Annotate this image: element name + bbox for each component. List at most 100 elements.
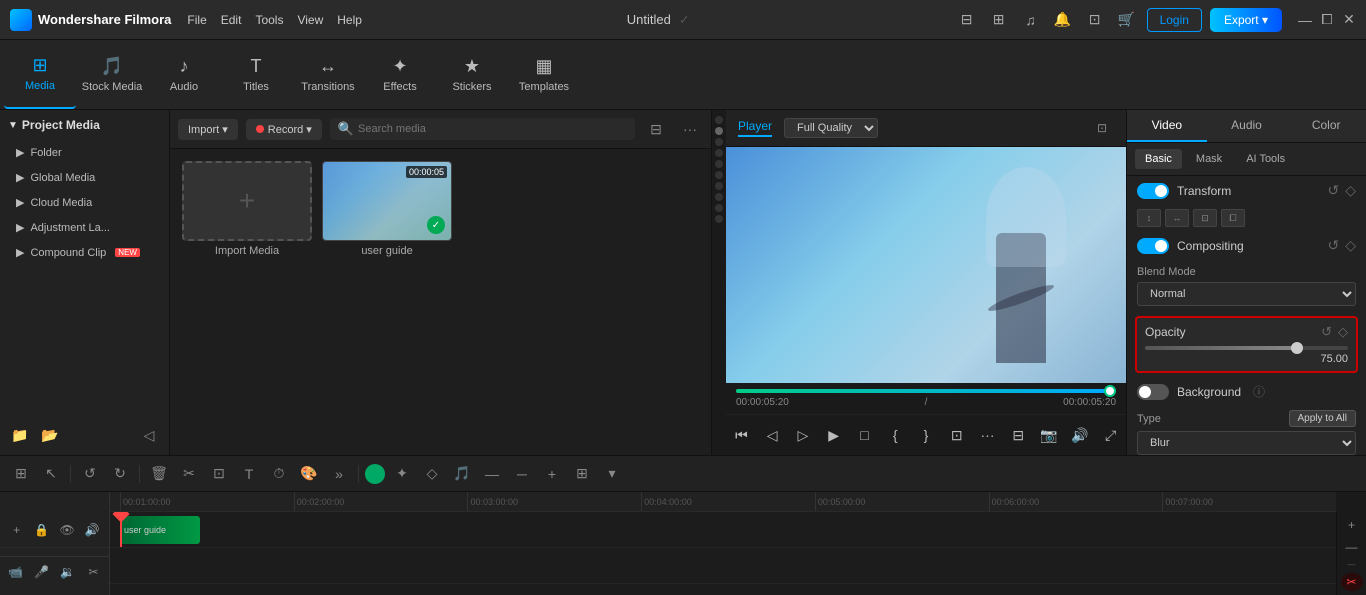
add-video-track[interactable]: 📹 (5, 561, 27, 583)
panel-item-folder[interactable]: ▶ Folder (0, 140, 169, 165)
transform-icon-4[interactable]: ⧠ (1221, 209, 1245, 227)
player-tab[interactable]: Player (738, 119, 772, 137)
timeline-speed[interactable]: ⏱ (266, 461, 292, 487)
panel-item-adjustment[interactable]: ▶ Adjustment La... (0, 215, 169, 240)
user-guide-media-item[interactable]: 00:00:05 ✓ user guide (322, 161, 452, 257)
scroll-dot-4[interactable] (715, 149, 723, 157)
transform-toggle[interactable] (1137, 183, 1169, 199)
timeline-ai[interactable]: ✦ (389, 461, 415, 487)
timeline-delete[interactable]: 🗑 (146, 461, 172, 487)
compositing-toggle[interactable] (1137, 238, 1169, 254)
icon-monitor[interactable]: ⊟ (955, 8, 979, 32)
timeline-audio[interactable]: 🎵 (449, 461, 475, 487)
timeline-chevron[interactable]: ▾ (599, 461, 625, 487)
icon-bell[interactable]: 🔔 (1051, 8, 1075, 32)
timeline-more[interactable]: » (326, 461, 352, 487)
transform-icon-3[interactable]: ⊡ (1193, 209, 1217, 227)
track-add-icon[interactable]: + (6, 519, 27, 541)
panel-item-global-media[interactable]: ▶ Global Media (0, 165, 169, 190)
scroll-dot-10[interactable] (715, 215, 723, 223)
minimize-button[interactable]: — (1298, 13, 1312, 27)
track-clip-1[interactable]: user guide (120, 516, 200, 544)
video-thumb[interactable]: 00:00:05 ✓ (322, 161, 452, 241)
scroll-dot-7[interactable] (715, 182, 723, 190)
track-mute-icon[interactable]: 🔊 (82, 519, 103, 541)
icon-music[interactable]: ♫ (1019, 8, 1043, 32)
record-button[interactable]: Record ▾ (246, 119, 322, 140)
close-button[interactable]: ✕ (1342, 13, 1356, 27)
scroll-dot-9[interactable] (715, 204, 723, 212)
side-cut-button[interactable]: ✂ (1341, 573, 1363, 591)
opacity-diamond-icon[interactable]: ◇ (1338, 324, 1348, 340)
tab-video[interactable]: Video (1127, 110, 1207, 142)
add-media-button[interactable]: 📂 (38, 423, 62, 447)
menu-file[interactable]: File (187, 13, 206, 27)
toolbar-stickers[interactable]: ★ Stickers (436, 41, 508, 109)
maximize-button[interactable]: ⧠ (1320, 13, 1334, 27)
subtab-basic[interactable]: Basic (1135, 149, 1182, 169)
add-folder-button[interactable]: 📁 (8, 423, 32, 447)
side-minus-button[interactable]: — (1341, 538, 1363, 556)
toolbar-transitions[interactable]: ↔ Transitions (292, 41, 364, 109)
more-controls-button[interactable]: ··· (978, 421, 997, 449)
player-settings-icon[interactable]: ⊡ (1090, 116, 1114, 140)
range-button[interactable]: ⊡ (947, 421, 966, 449)
opacity-slider[interactable] (1145, 346, 1348, 350)
subtab-ai-tools[interactable]: AI Tools (1236, 149, 1295, 169)
filter-button[interactable]: ⊟ (643, 116, 669, 142)
side-add-button[interactable]: + (1341, 516, 1363, 534)
menu-edit[interactable]: Edit (221, 13, 242, 27)
blend-mode-select[interactable]: Normal (1137, 282, 1356, 306)
audio-button[interactable]: 🔊 (1070, 421, 1089, 449)
transform-icon-1[interactable]: ↕ (1137, 209, 1161, 227)
icon-layout[interactable]: ⊡ (1083, 8, 1107, 32)
timeline-add-track[interactable]: ⊞ (8, 461, 34, 487)
compositing-diamond-icon[interactable]: ◇ (1345, 237, 1356, 254)
timeline-text[interactable]: T (236, 461, 262, 487)
menu-help[interactable]: Help (337, 13, 362, 27)
icon-grid[interactable]: ⊞ (987, 8, 1011, 32)
timeline-keyframe[interactable]: ◇ (419, 461, 445, 487)
progress-bar[interactable] (736, 389, 1116, 393)
import-button[interactable]: Import ▾ (178, 119, 238, 140)
collapse-panel-button[interactable]: ◁ (137, 423, 161, 447)
timeline-minus[interactable]: — (479, 461, 505, 487)
next-frame-button[interactable]: ▶ (824, 421, 843, 449)
import-media-item[interactable]: + Import Media (182, 161, 312, 257)
timeline-redo[interactable]: ↻ (107, 461, 133, 487)
menu-view[interactable]: View (297, 13, 323, 27)
scroll-dot-8[interactable] (715, 193, 723, 201)
add-audio-track[interactable]: 🎤 (31, 561, 53, 583)
scroll-dot-2[interactable] (715, 127, 723, 135)
tab-color[interactable]: Color (1286, 110, 1366, 142)
icon-cart[interactable]: 🛒 (1115, 8, 1139, 32)
timeline-select[interactable]: ↖ (38, 461, 64, 487)
snapshot-button[interactable]: 📷 (1040, 421, 1059, 449)
apply-to-all-button[interactable]: Apply to All (1289, 410, 1356, 427)
timeline-crop[interactable]: ⊡ (206, 461, 232, 487)
toolbar-titles[interactable]: T Titles (220, 41, 292, 109)
background-info-icon[interactable]: ⓘ (1253, 383, 1265, 400)
blur-type-select[interactable]: Blur (1137, 431, 1356, 455)
track-lock-icon[interactable]: 🔒 (31, 519, 52, 541)
dual-screen-button[interactable]: ⊟ (1009, 421, 1028, 449)
menu-tools[interactable]: Tools (255, 13, 283, 27)
track-eye-icon[interactable]: 👁 (57, 519, 78, 541)
toolbar-stock-media[interactable]: 🎵 Stock Media (76, 41, 148, 109)
export-button[interactable]: Export ▾ (1210, 8, 1282, 32)
timeline-color[interactable]: 🎨 (296, 461, 322, 487)
panel-item-compound-clip[interactable]: ▶ Compound Clip NEW (0, 240, 169, 265)
timeline-grid[interactable]: ⊞ (569, 461, 595, 487)
stop-button[interactable]: □ (855, 421, 874, 449)
timeline-ruler[interactable]: 00:01:00:00 00:02:00:00 00:03:00:00 00:0… (110, 492, 1336, 512)
login-button[interactable]: Login (1147, 8, 1202, 32)
project-media-header[interactable]: ▼ Project Media (0, 110, 169, 140)
toolbar-templates[interactable]: ▦ Templates (508, 41, 580, 109)
prev-frame-button[interactable]: ◁ (763, 421, 782, 449)
toolbar-media[interactable]: ⊞ Media (4, 41, 76, 109)
timeline-vol-minus[interactable]: ─ (509, 461, 535, 487)
scroll-dot-1[interactable] (715, 116, 723, 124)
timeline-undo[interactable]: ↺ (77, 461, 103, 487)
mark-in-button[interactable]: { (886, 421, 905, 449)
search-input[interactable] (358, 123, 627, 135)
